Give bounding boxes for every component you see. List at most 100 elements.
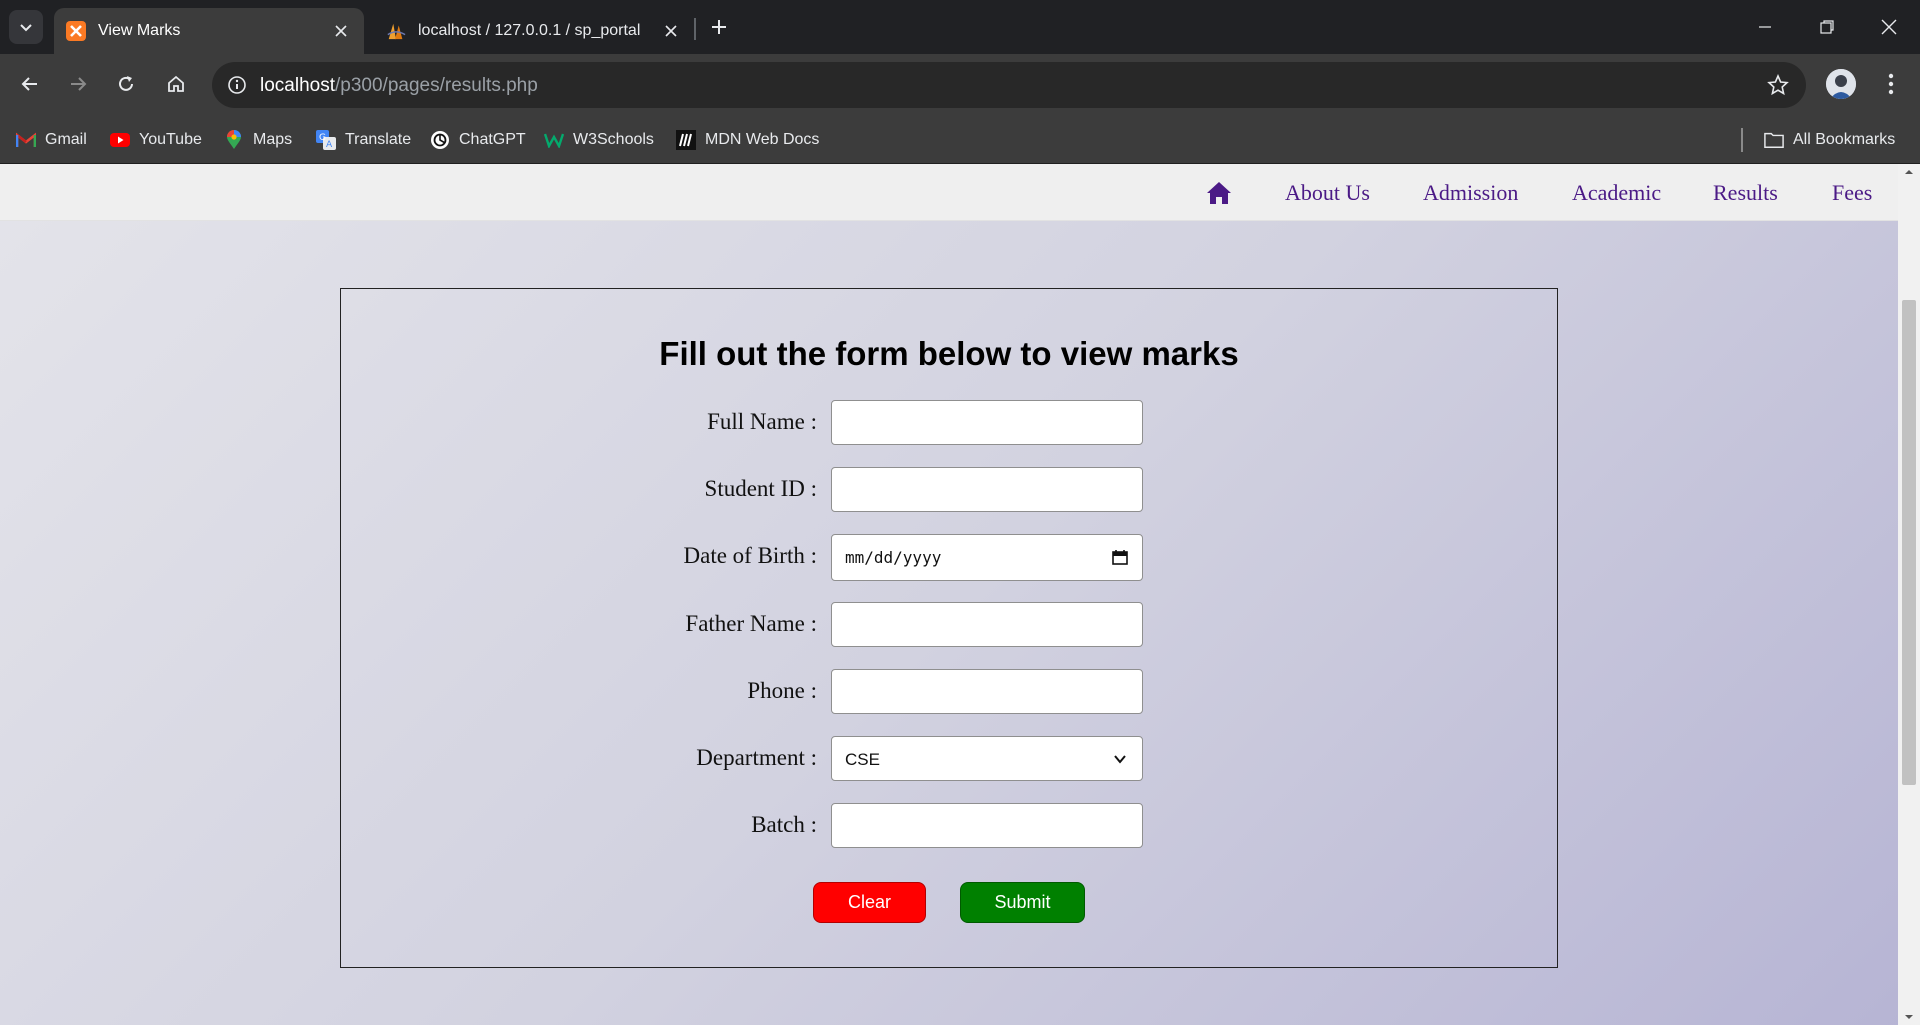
scroll-down-icon[interactable] xyxy=(1898,1009,1920,1025)
maps-pin-icon xyxy=(224,130,244,150)
restore-icon xyxy=(1820,20,1834,34)
close-icon[interactable] xyxy=(330,20,352,42)
clear-button[interactable]: Clear xyxy=(813,882,926,923)
bookmark-gmail[interactable]: Gmail xyxy=(16,125,87,155)
form-title: Fill out the form below to view marks xyxy=(659,335,1239,372)
folder-icon xyxy=(1764,130,1784,150)
tab-divider xyxy=(694,18,696,40)
close-icon xyxy=(1881,19,1897,35)
chevron-down-icon xyxy=(1110,749,1130,769)
mdn-icon xyxy=(676,130,696,150)
nav-admission[interactable]: Admission xyxy=(1423,180,1518,206)
home-icon xyxy=(1207,182,1231,204)
nav-fees[interactable]: Fees xyxy=(1832,180,1872,206)
forward-button[interactable] xyxy=(60,66,96,102)
bookmark-label: MDN Web Docs xyxy=(705,131,820,148)
bookmark-label: YouTube xyxy=(139,131,202,148)
bookmark-label: Translate xyxy=(345,131,412,148)
batch-input[interactable] xyxy=(831,803,1143,848)
bookmark-star-icon[interactable] xyxy=(1766,73,1790,97)
dob-label: Date of Birth : xyxy=(683,543,818,568)
phpmyadmin-icon xyxy=(386,21,406,41)
restore-button[interactable] xyxy=(1802,8,1852,46)
arrow-right-icon xyxy=(71,77,87,91)
bookmarks-bar: Gmail YouTube Maps GA Translate ChatGPT … xyxy=(0,116,1920,164)
browser-menu-button[interactable] xyxy=(1876,67,1906,101)
full-name-input[interactable] xyxy=(831,400,1143,445)
home-icon xyxy=(168,75,184,92)
phone-input[interactable] xyxy=(831,669,1143,714)
svg-text:A: A xyxy=(326,140,333,150)
nav-results[interactable]: Results xyxy=(1713,180,1778,206)
batch-label: Batch : xyxy=(751,812,817,837)
gmail-icon xyxy=(16,130,36,150)
bookmark-label: All Bookmarks xyxy=(1793,131,1896,148)
translate-icon: GA xyxy=(316,130,336,150)
submit-button[interactable]: Submit xyxy=(960,882,1085,923)
page-viewport: About Us Admission Academic Results Fees… xyxy=(0,164,1920,1025)
father-name-input[interactable] xyxy=(831,602,1143,647)
close-icon[interactable] xyxy=(660,20,682,42)
youtube-icon xyxy=(110,130,130,150)
page-scrollbar[interactable] xyxy=(1898,164,1920,1025)
url-path: /p300/pages/results.php xyxy=(335,75,538,96)
url-text: localhost/p300/pages/results.php xyxy=(260,75,538,97)
minimize-button[interactable] xyxy=(1740,8,1790,46)
tab-title: View Marks xyxy=(98,22,181,39)
tab-phpmyadmin[interactable]: localhost / 127.0.0.1 / sp_portal xyxy=(374,8,694,54)
address-bar[interactable]: localhost/p300/pages/results.php xyxy=(212,62,1806,108)
bookmarks-divider xyxy=(1741,128,1743,152)
calendar-icon[interactable] xyxy=(1110,547,1130,567)
student-id-input[interactable] xyxy=(831,467,1143,512)
tab-strip: View Marks localhost / 127.0.0.1 / sp_po… xyxy=(0,0,1920,54)
minimize-icon xyxy=(1759,26,1771,28)
site-navbar: About Us Admission Academic Results Fees xyxy=(0,164,1898,221)
browser-toolbar: localhost/p300/pages/results.php xyxy=(0,54,1920,116)
bookmark-mdn[interactable]: MDN Web Docs xyxy=(676,125,819,155)
bookmark-w3schools[interactable]: W3Schools xyxy=(544,125,654,155)
bookmark-youtube[interactable]: YouTube xyxy=(110,125,202,155)
chatgpt-icon xyxy=(430,130,450,150)
bookmark-maps[interactable]: Maps xyxy=(224,125,292,155)
tab-title: localhost / 127.0.0.1 / sp_portal xyxy=(418,22,641,39)
department-label: Department : xyxy=(696,745,817,770)
full-name-label: Full Name : xyxy=(707,409,817,434)
dob-input[interactable]: mm/dd/yyyy xyxy=(831,534,1143,581)
close-window-button[interactable] xyxy=(1864,8,1914,46)
xampp-icon xyxy=(66,21,86,41)
scrollbar-thumb[interactable] xyxy=(1902,300,1916,785)
father-name-label: Father Name : xyxy=(685,611,817,636)
scroll-up-icon[interactable] xyxy=(1898,164,1920,180)
chevron-down-icon xyxy=(20,24,32,32)
bookmark-label: W3Schools xyxy=(573,131,654,148)
nav-academic[interactable]: Academic xyxy=(1572,180,1661,206)
profile-avatar[interactable] xyxy=(1826,69,1856,99)
url-host: localhost xyxy=(260,75,335,96)
nav-about-us[interactable]: About Us xyxy=(1285,180,1370,206)
phone-label: Phone : xyxy=(747,678,817,703)
department-select[interactable]: CSE xyxy=(831,736,1143,781)
results-form: Fill out the form below to view marks Fu… xyxy=(340,288,1558,968)
bookmark-translate[interactable]: GA Translate xyxy=(316,125,411,155)
bookmark-chatgpt[interactable]: ChatGPT xyxy=(430,125,526,155)
dob-placeholder: mm/dd/yyyy xyxy=(845,548,942,567)
department-value: CSE xyxy=(845,750,880,769)
reload-icon xyxy=(119,76,133,91)
reload-button[interactable] xyxy=(108,66,144,102)
site-info-icon[interactable] xyxy=(222,70,252,100)
all-bookmarks-button[interactable]: All Bookmarks xyxy=(1764,125,1895,155)
new-tab-button[interactable] xyxy=(704,12,734,42)
nav-home-link[interactable] xyxy=(1205,180,1233,206)
student-id-label: Student ID : xyxy=(704,476,817,501)
more-vert-icon xyxy=(1888,73,1894,95)
back-button[interactable] xyxy=(12,66,48,102)
bookmark-label: Maps xyxy=(253,131,293,148)
tab-search-button[interactable] xyxy=(9,10,43,44)
home-button[interactable] xyxy=(158,66,194,102)
arrow-left-icon xyxy=(21,77,37,91)
w3schools-icon xyxy=(544,130,564,150)
svg-text:G: G xyxy=(319,133,326,143)
bookmark-label: ChatGPT xyxy=(459,131,526,148)
tab-view-marks[interactable]: View Marks xyxy=(54,8,364,54)
bookmark-label: Gmail xyxy=(45,131,87,148)
